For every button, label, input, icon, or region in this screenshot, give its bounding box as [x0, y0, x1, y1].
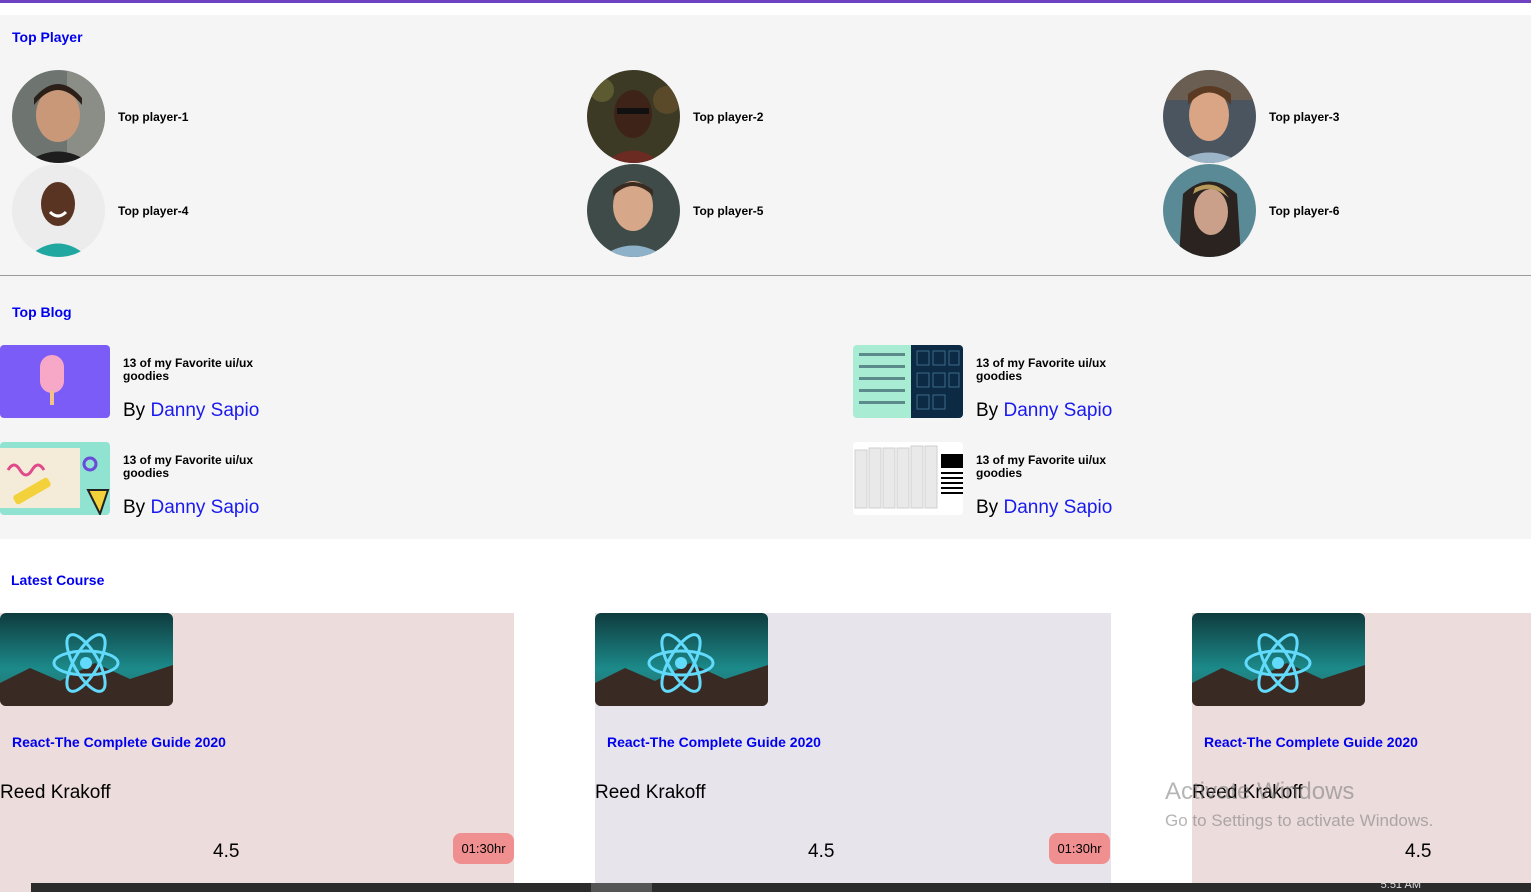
blog-thumbnail [0, 442, 110, 515]
author-link[interactable]: Danny Sapio [150, 497, 259, 518]
by-label: By [976, 400, 999, 421]
watermark-subtitle: Go to Settings to activate Windows. [1165, 811, 1434, 830]
latest-course-heading: Latest Course [11, 572, 105, 588]
duration-badge: 01:30hr [1049, 833, 1110, 864]
by-label: By [976, 497, 999, 518]
course-rating: 4.5 [213, 841, 240, 862]
top-player-heading: Top Player [12, 29, 83, 45]
blog-title: 13 of my Favorite ui/ux goodies [123, 453, 254, 480]
avatar [587, 70, 680, 163]
author-link[interactable]: Danny Sapio [150, 400, 259, 421]
blog-thumbnail [0, 345, 110, 418]
course-title[interactable]: React-The Complete Guide 2020 [12, 734, 226, 750]
course-thumbnail [595, 613, 768, 706]
player-label: Top player-1 [118, 109, 189, 124]
blog-byline: By Danny Sapio [976, 400, 1112, 422]
avatar [587, 164, 680, 257]
player-label: Top player-2 [693, 109, 764, 124]
taskbar: 5:51 AM [31, 879, 1531, 892]
avatar [1163, 70, 1256, 163]
course-card[interactable]: React-The Complete Guide 2020 Reed Krako… [1192, 613, 1531, 892]
player-label: Top player-3 [1269, 109, 1340, 124]
blog-title: 13 of my Favorite ui/ux goodies [976, 453, 1107, 480]
taskbar-active-app[interactable] [591, 883, 652, 892]
author-link[interactable]: Danny Sapio [1003, 400, 1112, 421]
course-rating: 4.5 [808, 841, 835, 862]
player-card[interactable]: Top player-4 [12, 164, 188, 257]
blog-byline: By Danny Sapio [123, 497, 259, 519]
author-link[interactable]: Danny Sapio [1003, 497, 1112, 518]
course-title[interactable]: React-The Complete Guide 2020 [1204, 734, 1418, 750]
course-thumbnail [1192, 613, 1365, 706]
duration-badge: 01:30hr [453, 833, 514, 864]
player-label: Top player-6 [1269, 203, 1340, 218]
by-label: By [123, 400, 146, 421]
blog-title: 13 of my Favorite ui/ux goodies [976, 356, 1107, 383]
course-author: Reed Krakoff [0, 782, 111, 803]
activation-watermark: Activate Windows Go to Settings to activ… [1165, 778, 1433, 831]
player-label: Top player-5 [693, 203, 764, 218]
course-card[interactable]: React-The Complete Guide 2020 Reed Krako… [0, 613, 514, 892]
watermark-title: Activate Windows [1165, 778, 1355, 805]
course-card[interactable]: React-The Complete Guide 2020 Reed Krako… [595, 613, 1111, 892]
course-rating: 4.5 [1405, 841, 1432, 862]
blog-byline: By Danny Sapio [123, 400, 259, 422]
avatar [12, 164, 105, 257]
player-card[interactable]: Top player-3 [1163, 70, 1339, 163]
top-blog-heading: Top Blog [12, 304, 72, 320]
avatar [12, 70, 105, 163]
by-label: By [123, 497, 146, 518]
player-label: Top player-4 [118, 203, 189, 218]
avatar [1163, 164, 1256, 257]
blog-byline: By Danny Sapio [976, 497, 1112, 519]
player-card[interactable]: Top player-2 [587, 70, 763, 163]
blog-title: 13 of my Favorite ui/ux goodies [123, 356, 254, 383]
player-card[interactable]: Top player-1 [12, 70, 188, 163]
blog-thumbnail [853, 345, 963, 418]
course-thumbnail [0, 613, 173, 706]
course-title[interactable]: React-The Complete Guide 2020 [607, 734, 821, 750]
blog-thumbnail [853, 442, 963, 515]
top-blog-section: Top Blog 13 of my Favorite ui/ux goodies… [0, 276, 1531, 539]
player-card[interactable]: Top player-6 [1163, 164, 1339, 257]
top-player-section: Top Player Top player-1 Top player-2 Top… [0, 15, 1531, 275]
player-card[interactable]: Top player-5 [587, 164, 763, 257]
taskbar-clock[interactable]: 5:51 AM [1381, 879, 1421, 891]
top-accent-bar [0, 0, 1531, 3]
course-author: Reed Krakoff [595, 782, 706, 803]
